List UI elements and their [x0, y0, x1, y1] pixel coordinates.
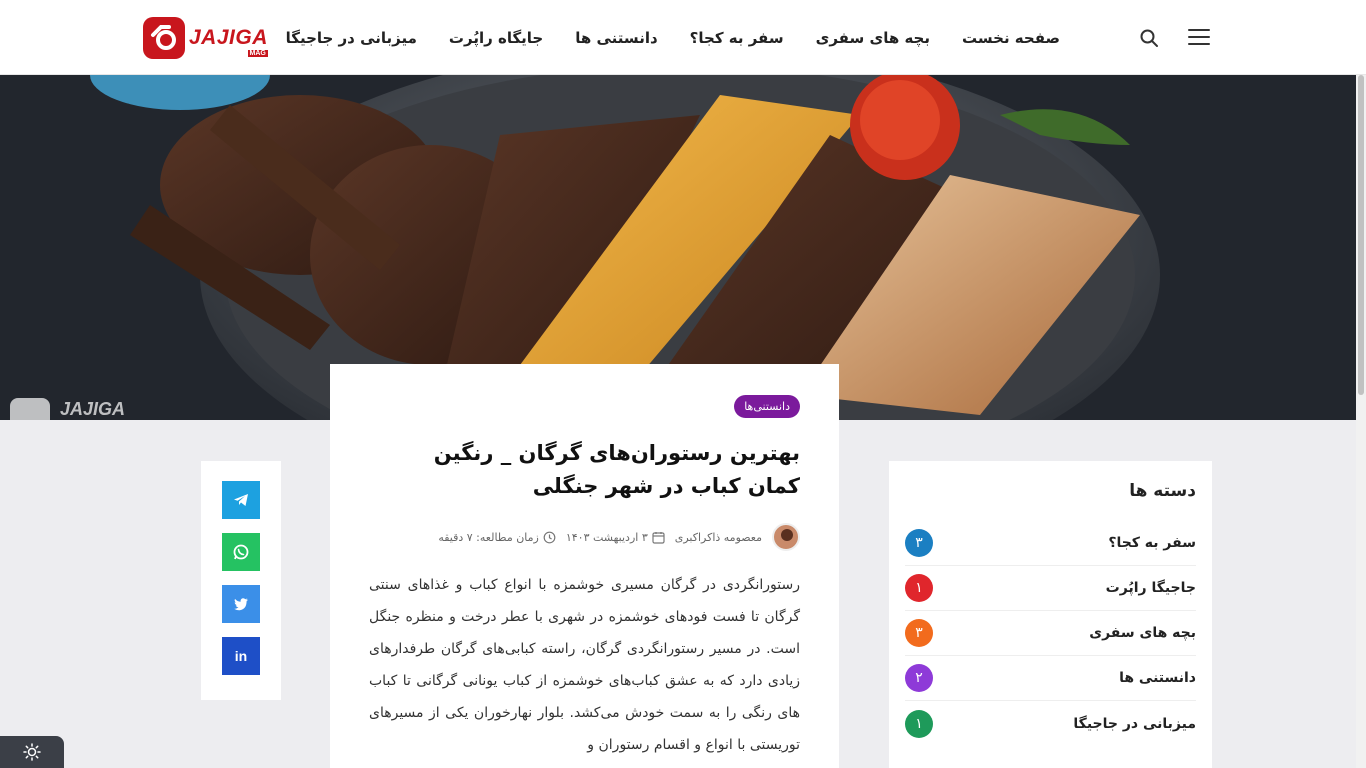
nav-item-where-to[interactable]: سفر به کجا؟ [690, 29, 784, 47]
article-body: رستورانگردی در گرگان مسیری خوشمزه با انو… [369, 577, 800, 753]
twitter-icon [234, 598, 248, 611]
category-count-badge: ۳ [905, 619, 933, 647]
category-item-facts[interactable]: دانستنی ها ۲ [905, 656, 1196, 701]
search-icon[interactable] [1139, 28, 1159, 48]
nav-item-hosting[interactable]: میزبانی در جاجیگا [286, 29, 417, 47]
category-count-badge: ۱ [905, 574, 933, 602]
category-count-badge: ۲ [905, 664, 933, 692]
category-count-badge: ۱ [905, 709, 933, 738]
whatsapp-share-button[interactable] [222, 533, 260, 571]
clock-icon [543, 531, 556, 543]
category-item-hosting[interactable]: میزبانی در جاجیگا ۱ [905, 701, 1196, 746]
nav-item-report[interactable]: جایگاه راپُرت [449, 29, 543, 47]
main-nav: صفحه نخست بچه های سفری سفر به کجا؟ دانست… [286, 0, 1060, 75]
nav-item-travel-kids[interactable]: بچه های سفری [816, 29, 930, 47]
article-title: بهترین رستوران‌های گرگان _ رنگین کمان کب… [433, 441, 800, 498]
theme-toggle-button[interactable] [0, 736, 64, 768]
watermark-logo-icon [10, 398, 50, 420]
nav-item-facts[interactable]: دانستنی ها [575, 29, 657, 47]
article-card: دانستنی‌ها بهترین رستوران‌های گرگان _ رن… [330, 364, 839, 768]
logo-wordmark: JAJIGA MAG [189, 26, 268, 57]
telegram-icon [234, 494, 248, 506]
category-item-report[interactable]: جاجیگا راپُرت ۱ [905, 566, 1196, 611]
calendar-icon [652, 531, 665, 544]
category-badge[interactable]: دانستنی‌ها [734, 395, 800, 418]
share-bar: in [201, 461, 281, 700]
whatsapp-icon [233, 544, 249, 560]
reading-time: زمان مطالعه: ۷ دقیقه [438, 531, 556, 544]
menu-icon[interactable] [1188, 29, 1210, 47]
page-scrollbar[interactable] [1356, 75, 1366, 768]
telegram-share-button[interactable] [222, 481, 260, 519]
hero-watermark: JAJIGA [10, 398, 160, 420]
category-count-badge: ۳ [905, 529, 933, 557]
site-header: صفحه نخست بچه های سفری سفر به کجا؟ دانست… [0, 0, 1366, 75]
sun-icon [23, 743, 41, 761]
category-item-travel-kids[interactable]: بچه های سفری ۳ [905, 611, 1196, 656]
scrollbar-thumb[interactable] [1358, 75, 1364, 395]
twitter-share-button[interactable] [222, 585, 260, 623]
categories-title: دسته ها [1129, 481, 1196, 501]
category-item-where-to[interactable]: سفر به کجا؟ ۳ [905, 521, 1196, 566]
logo-icon [143, 17, 185, 59]
article-meta: معصومه ذاکراکبری ۳ اردیبهشت ۱۴۰۳ زمان مط… [360, 523, 800, 551]
publish-date: ۳ اردیبهشت ۱۴۰۳ [566, 531, 665, 544]
author-name[interactable]: معصومه ذاکراکبری [675, 531, 762, 544]
author-avatar[interactable] [772, 523, 800, 551]
linkedin-share-button[interactable]: in [222, 637, 260, 675]
categories-widget: دسته ها سفر به کجا؟ ۳ جاجیگا راپُرت ۱ بچ… [889, 461, 1212, 768]
linkedin-icon: in [234, 648, 248, 664]
nav-item-home[interactable]: صفحه نخست [962, 29, 1060, 47]
site-logo[interactable]: JAJIGA MAG [143, 16, 273, 60]
